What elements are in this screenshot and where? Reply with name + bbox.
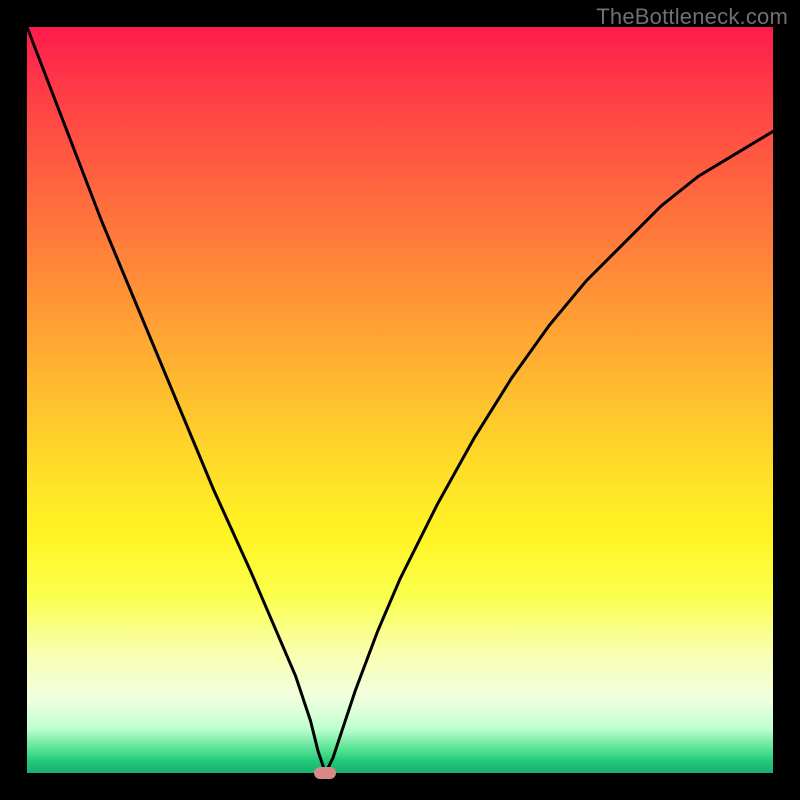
chart-frame: TheBottleneck.com bbox=[0, 0, 800, 800]
plot-area bbox=[27, 27, 773, 773]
curve-path bbox=[27, 27, 773, 773]
minimum-marker bbox=[314, 767, 336, 779]
bottleneck-curve bbox=[27, 27, 773, 773]
